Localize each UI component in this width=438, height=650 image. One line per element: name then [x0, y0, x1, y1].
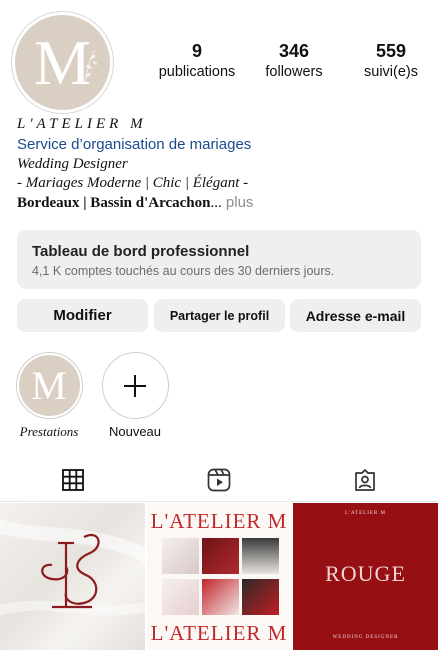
reels-icon — [207, 468, 231, 492]
bio-location-line: Bordeaux | Bassin d'Arcachon... plus — [17, 194, 253, 212]
collage-photo — [201, 579, 239, 615]
tabs-divider — [0, 501, 438, 502]
share-profile-button[interactable]: Partager le profil — [154, 299, 285, 332]
post-headline: ROUGE — [325, 561, 406, 586]
highlight-cover-logo: M — [18, 355, 80, 416]
highlight-label: Nouveau — [108, 424, 162, 439]
bio-line: - Mariages Moderne | Chic | Élégant - — [17, 175, 249, 191]
stat-publications[interactable]: 9 publications — [150, 40, 244, 82]
tab-tagged[interactable] — [292, 458, 438, 502]
stat-value: 346 — [278, 41, 310, 61]
profile-category: Service d’organisation de mariages — [17, 136, 252, 153]
email-button[interactable]: Adresse e-mail — [290, 299, 421, 332]
monogram-graphic — [0, 519, 145, 616]
collage-photo — [201, 538, 239, 574]
highlight-letter: M — [31, 362, 67, 408]
stat-label: suivi(e)s — [364, 64, 418, 80]
tagged-icon — [355, 469, 375, 491]
bio-ellipsis: ... — [210, 195, 222, 211]
highlight-label: Prestations — [19, 424, 79, 439]
highlight-prestations[interactable]: M Prestations — [15, 352, 83, 440]
tab-posts[interactable] — [0, 458, 146, 502]
bio-location: Bordeaux | Bassin d'Arcachon — [17, 195, 211, 211]
collage-title-top: L'ATELIER M — [150, 509, 288, 533]
stat-value: 9 — [191, 41, 202, 61]
collage-photo — [161, 538, 199, 574]
post-small-title: L'ATELIER M — [345, 511, 386, 516]
new-highlight-circle — [101, 352, 169, 419]
floral-sprig-icon — [84, 49, 98, 86]
collage-photo — [241, 579, 279, 615]
bio-more-link[interactable]: plus — [222, 194, 254, 211]
profile-avatar[interactable]: M — [11, 11, 114, 114]
post-thumbnail[interactable] — [0, 503, 145, 650]
avatar-logo: M — [15, 15, 110, 110]
post-small-subtitle: WEDDING DESIGNER — [332, 635, 399, 640]
stat-followers[interactable]: 346 followers — [244, 40, 344, 82]
profile-stats: 9 publications 346 followers 559 suivi(e… — [150, 40, 438, 82]
edit-profile-button[interactable]: Modifier — [17, 299, 148, 332]
bio-line: Wedding Designer — [17, 156, 128, 172]
collage-photo — [161, 579, 199, 615]
stat-following[interactable]: 559 suivi(e)s — [344, 40, 438, 82]
post-thumbnail[interactable]: L'ATELIER M L'ATELIER M — [146, 503, 292, 650]
post-thumbnail[interactable]: L'ATELIER M ROUGE WEDDING DESIGNER — [293, 503, 438, 650]
highlight-cover: M — [15, 352, 83, 419]
highlight-new[interactable]: Nouveau — [101, 352, 169, 439]
dashboard-title: Tableau de bord professionnel — [32, 243, 250, 260]
collage-title-bottom: L'ATELIER M — [150, 621, 288, 645]
professional-dashboard[interactable]: Tableau de bord professionnel 4,1 K comp… — [17, 230, 421, 289]
tab-reels[interactable] — [146, 458, 292, 502]
posts-grid: L'ATELIER M L'ATELIER M L'ATELIER M ROUG… — [0, 503, 438, 650]
grid-icon — [62, 469, 84, 491]
stat-label: publications — [158, 64, 236, 80]
plus-icon — [124, 374, 146, 397]
dashboard-subtitle: 4,1 K comptes touchés au cours des 30 de… — [32, 264, 335, 278]
profile-tabs — [0, 458, 438, 502]
collage-photo — [241, 538, 279, 574]
profile-name: L'ATELIER M — [17, 116, 147, 132]
stat-value: 559 — [375, 41, 407, 61]
stat-label: followers — [265, 64, 323, 80]
